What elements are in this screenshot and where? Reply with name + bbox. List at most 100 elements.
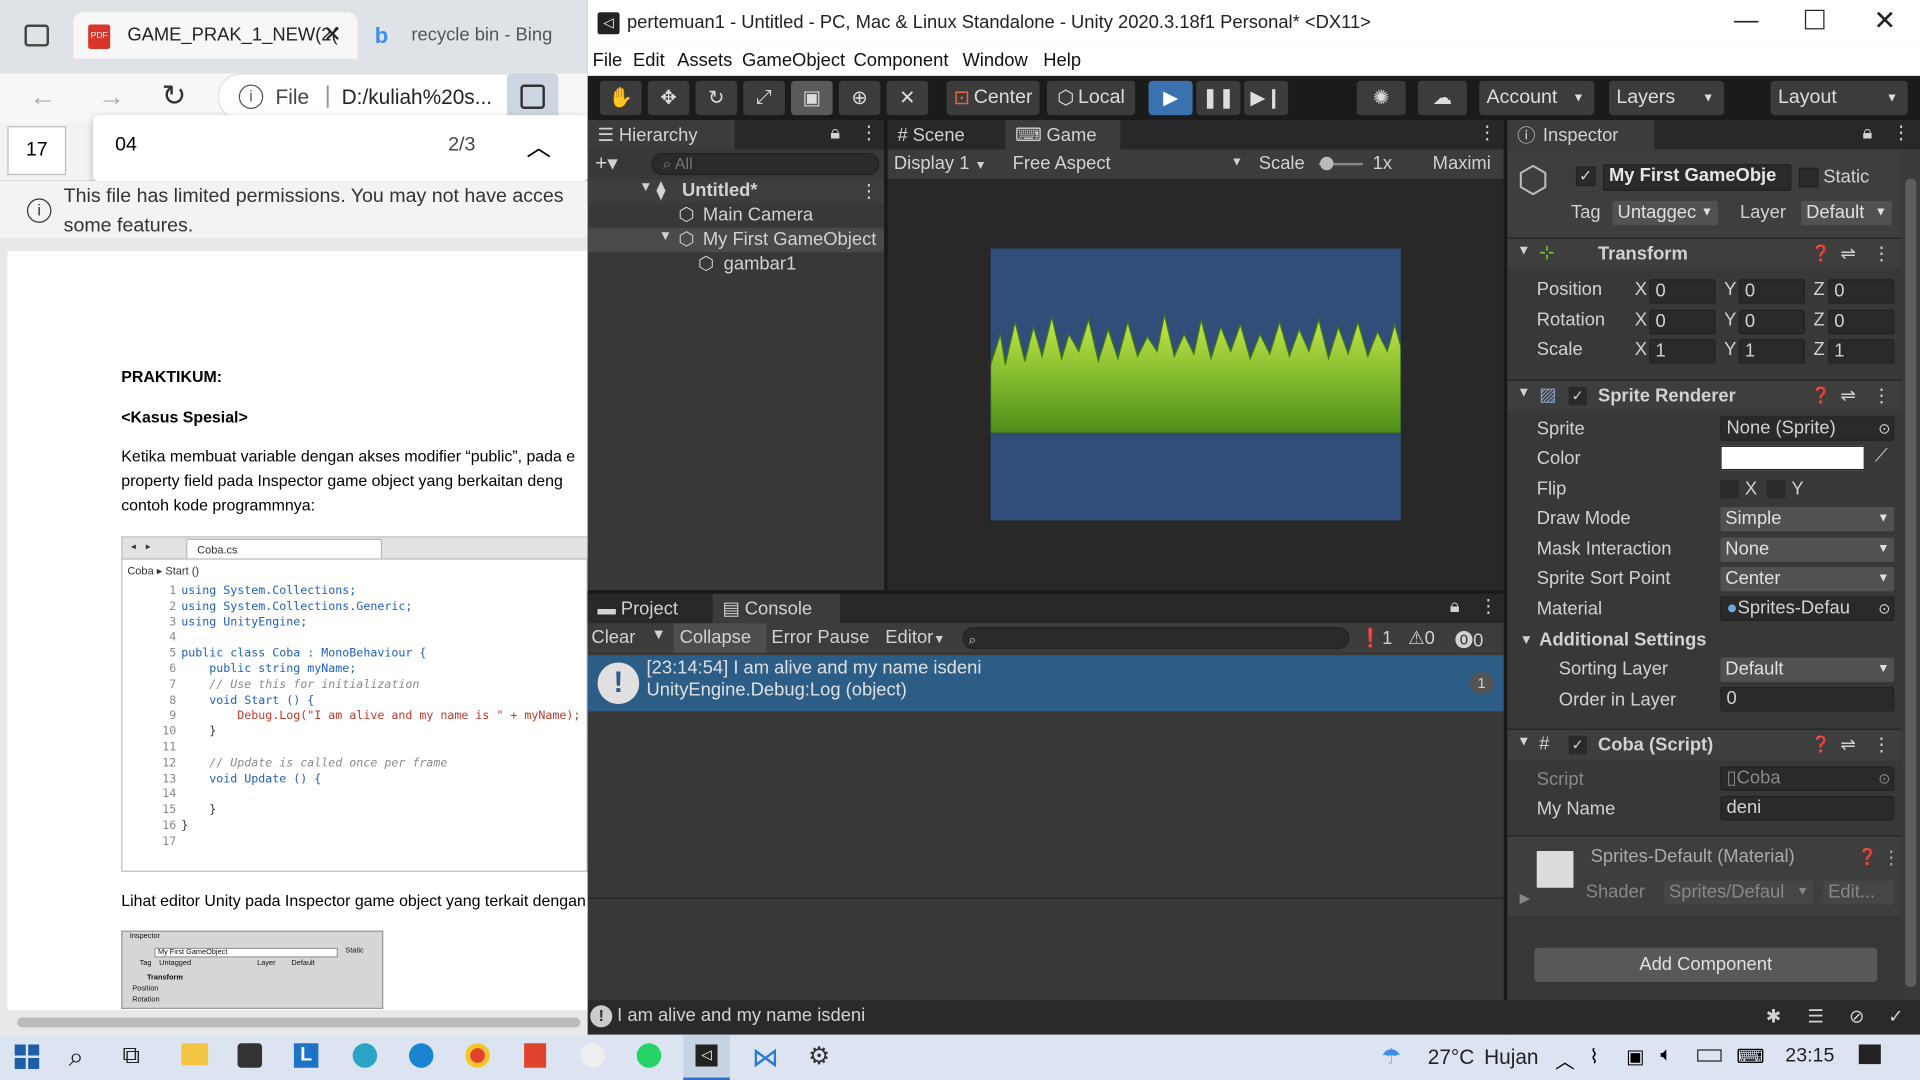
tab-inspector[interactable]: ⓘ Inspector xyxy=(1507,120,1655,150)
file-explorer-icon[interactable] xyxy=(181,1043,209,1066)
page-number-input[interactable]: 17 xyxy=(7,126,67,176)
network-icon[interactable]: ⌇ xyxy=(1589,1044,1599,1068)
forward-icon[interactable]: → xyxy=(98,81,125,113)
auto-generate-icon[interactable]: ⊘ xyxy=(1849,1005,1864,1028)
position-y-input[interactable]: 0 xyxy=(1738,279,1805,304)
tab-bing[interactable]: b recycle bin - Bing xyxy=(362,12,587,59)
more-icon[interactable]: ⋮ xyxy=(1479,595,1497,617)
cache-server-icon[interactable]: ☰ xyxy=(1807,1005,1823,1028)
help-icon[interactable]: ❓ xyxy=(1811,386,1831,406)
meet-icon[interactable]: ▣ xyxy=(1626,1044,1645,1068)
weather-temp[interactable]: 27°C xyxy=(1428,1046,1475,1070)
layers-dropdown[interactable]: Layers ▼ xyxy=(1608,80,1725,116)
lock-icon[interactable]: 🔒︎ xyxy=(1862,122,1872,143)
maximize-on-play[interactable]: Maximi xyxy=(1433,153,1491,174)
more-icon[interactable]: ⋮ xyxy=(860,121,878,143)
clear-options-icon[interactable]: ▼ xyxy=(651,626,666,643)
additional-settings-foldout[interactable]: Additional Settings xyxy=(1539,629,1706,650)
store-icon[interactable] xyxy=(237,1043,263,1068)
display-dropdown[interactable]: Display 1 ▼ xyxy=(894,153,987,174)
console-detail-divider[interactable] xyxy=(587,897,1504,899)
clock-time[interactable]: 23:15 xyxy=(1785,1046,1834,1068)
position-x-input[interactable]: 0 xyxy=(1649,279,1716,304)
collapse-button[interactable]: Collapse xyxy=(673,623,767,653)
chevron-up-icon[interactable]: ︿ xyxy=(1555,1044,1575,1073)
scale-x-axis-label[interactable]: X xyxy=(1635,339,1647,360)
menu-file[interactable]: File xyxy=(593,50,623,71)
whatsapp-icon[interactable] xyxy=(636,1043,662,1068)
sprite-field[interactable]: None (Sprite) ⊙ xyxy=(1720,416,1895,441)
rotation-x-input[interactable]: 0 xyxy=(1649,309,1716,334)
unity-taskbar-button[interactable]: ◁ xyxy=(683,1034,730,1080)
clear-button[interactable]: Clear xyxy=(591,627,635,648)
hand-tool-icon[interactable]: ✋ xyxy=(600,80,642,116)
script-header[interactable]: ▼ # ✓ Coba (Script) ❓ ⇌ ⋮ xyxy=(1507,728,1919,761)
more-icon[interactable]: ⋮ xyxy=(1892,121,1910,143)
object-name-input[interactable]: My First GameObje xyxy=(1602,164,1792,192)
close-icon[interactable]: ✕ xyxy=(323,22,341,48)
help-icon[interactable]: ❓ xyxy=(1811,244,1831,264)
tab-actions-icon[interactable] xyxy=(24,24,49,47)
more-icon[interactable]: ⋮ xyxy=(1872,384,1890,407)
more-icon[interactable]: ⋮ xyxy=(1478,121,1496,143)
expand-arrow-icon[interactable]: ▼ xyxy=(639,180,652,195)
notifications-icon[interactable] xyxy=(1858,1044,1881,1065)
cloud-icon[interactable]: ☁ xyxy=(1417,80,1467,116)
status-message[interactable]: I am alive and my name isdeni xyxy=(617,1005,865,1026)
rotate-tool-icon[interactable]: ↻ xyxy=(695,80,738,116)
menu-window[interactable]: Window xyxy=(962,50,1027,71)
aspect-dropdown[interactable]: Free Aspect ▼ xyxy=(1013,153,1243,174)
editor-dropdown[interactable]: Editor▼ xyxy=(885,627,945,648)
tab-game[interactable]: ⌨ Game xyxy=(1005,120,1121,150)
bug-icon[interactable]: ✱ xyxy=(1766,1005,1781,1028)
static-checkbox[interactable] xyxy=(1798,167,1819,188)
vscode-icon[interactable]: ⋈ xyxy=(752,1042,779,1074)
expand-arrow-icon[interactable]: ▼ xyxy=(659,229,672,244)
sorting-layer-dropdown[interactable]: Default ▼ xyxy=(1720,657,1895,683)
help-icon[interactable]: ❓ xyxy=(1811,735,1831,755)
more-icon[interactable]: ⋮ xyxy=(1872,733,1890,756)
step-button[interactable]: ▶❙ xyxy=(1244,80,1289,116)
add-icon[interactable]: +▾ xyxy=(595,152,618,176)
rect-tool-icon[interactable]: ▣ xyxy=(791,80,833,116)
play-button[interactable]: ▶ xyxy=(1148,80,1193,116)
position-z-axis-label[interactable]: Z xyxy=(1813,279,1824,300)
object-picker-icon[interactable]: ⊙ xyxy=(1878,418,1890,440)
flip-x-checkbox[interactable] xyxy=(1720,480,1739,499)
battery-icon[interactable] xyxy=(1697,1049,1722,1062)
scale-tool-icon[interactable]: ⤢ xyxy=(743,80,785,116)
tab-hierarchy[interactable]: ☰ Hierarchy xyxy=(587,120,735,150)
preset-icon[interactable]: ⇌ xyxy=(1840,242,1855,265)
error-count-toggle[interactable]: ⓿0 xyxy=(1455,627,1484,653)
lock-icon[interactable]: 🔒︎ xyxy=(1450,596,1460,617)
scale-y-axis-label[interactable]: Y xyxy=(1724,339,1736,360)
account-dropdown[interactable]: Account ▼ xyxy=(1479,80,1595,116)
find-previous-icon[interactable]: ︿ xyxy=(527,127,551,163)
move-tool-icon[interactable]: ✥ xyxy=(647,80,690,116)
menu-component[interactable]: Component xyxy=(853,50,948,71)
console-search-input[interactable]: ⌕ xyxy=(962,626,1350,649)
scale-z-input[interactable]: 1 xyxy=(1828,339,1895,364)
tag-dropdown[interactable]: Untaggec ▼ xyxy=(1612,200,1718,226)
keyboard-icon[interactable]: ⌨ xyxy=(1736,1044,1764,1068)
position-x-axis-label[interactable]: X xyxy=(1635,279,1647,300)
expand-arrow-icon[interactable]: ▶ xyxy=(1520,890,1530,906)
lock-icon[interactable]: 🔒︎ xyxy=(830,122,840,143)
rotation-y-axis-label[interactable]: Y xyxy=(1724,309,1736,330)
search-icon[interactable]: ⌕ xyxy=(69,1041,84,1073)
layout-dropdown[interactable]: Layout ▼ xyxy=(1770,80,1908,116)
maximize-icon[interactable] xyxy=(1804,9,1825,30)
refresh-icon[interactable]: ↻ xyxy=(162,78,187,114)
enabled-checkbox[interactable]: ✓ xyxy=(1568,386,1587,406)
scale-slider-handle[interactable] xyxy=(1320,156,1334,171)
find-input[interactable]: 04 xyxy=(115,135,137,157)
scale-x-input[interactable]: 1 xyxy=(1649,339,1716,364)
position-z-input[interactable]: 0 xyxy=(1828,279,1895,304)
weather-condition[interactable]: Hujan xyxy=(1484,1046,1538,1070)
material-field[interactable]: ●Sprites-Defau ⊙ xyxy=(1720,596,1895,621)
minimize-icon[interactable]: — xyxy=(1734,7,1758,35)
rotation-z-input[interactable]: 0 xyxy=(1828,309,1895,334)
menu-edit[interactable]: Edit xyxy=(633,50,665,71)
active-checkbox[interactable]: ✓ xyxy=(1575,166,1596,187)
add-component-button[interactable]: Add Component xyxy=(1534,947,1878,983)
